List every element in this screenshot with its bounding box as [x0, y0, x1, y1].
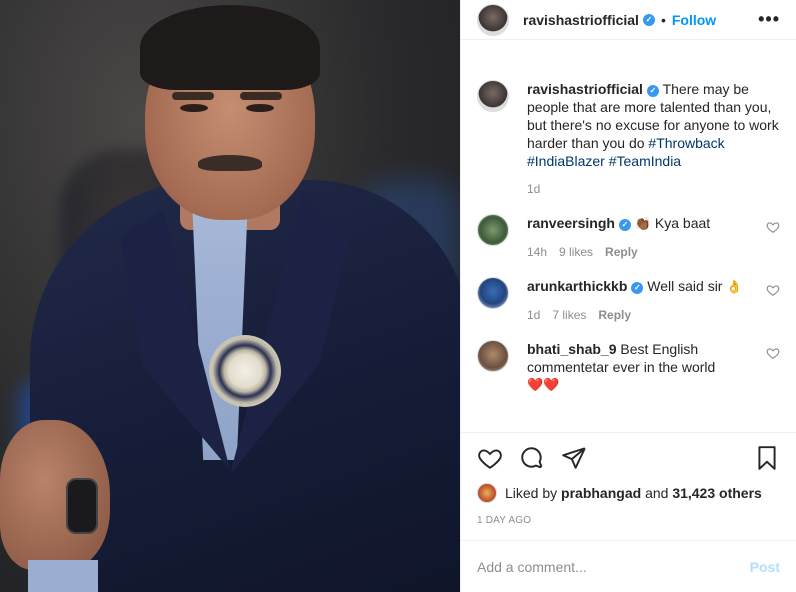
- commenter-username[interactable]: bhati_shab_9: [527, 341, 616, 357]
- heart-icon[interactable]: [766, 346, 780, 360]
- comment-item: arunkarthickkb ✓ Well said sir 👌 1d 7 lik…: [477, 277, 780, 324]
- post-header: ravishastriofficial ✓ • Follow •••: [461, 0, 796, 40]
- heart-icon[interactable]: [766, 283, 780, 297]
- comment-icon[interactable]: [519, 445, 545, 471]
- comment-body: arunkarthickkb ✓ Well said sir 👌 1d 7 lik…: [527, 277, 758, 324]
- action-section: Liked by prabhangad and 31,423 others 1 …: [461, 432, 796, 526]
- hashtag-link[interactable]: #Throwback: [648, 135, 724, 151]
- likes-summary: Liked by prabhangad and 31,423 others: [477, 483, 780, 503]
- liker-avatar[interactable]: [477, 483, 497, 503]
- caption-avatar[interactable]: [477, 80, 509, 112]
- verified-icon: ✓: [646, 85, 659, 97]
- verified-icon: ✓: [642, 13, 655, 26]
- verified-icon: ✓: [618, 219, 631, 231]
- hashtag-link[interactable]: #IndiaBlazer: [527, 153, 605, 169]
- verified-icon: ✓: [631, 282, 644, 294]
- post-sidebar: ravishastriofficial ✓ • Follow ••• ravis…: [460, 0, 796, 592]
- commenter-username[interactable]: ranveersingh: [527, 215, 615, 231]
- caption-username[interactable]: ravishastriofficial: [527, 81, 643, 97]
- share-icon[interactable]: [561, 445, 587, 471]
- comment-text: bhati_shab_9 Best English commentetar ev…: [527, 340, 758, 376]
- comment-meta: 14h 9 likes Reply: [527, 243, 758, 261]
- eye-left: [180, 104, 208, 112]
- bookmark-icon[interactable]: [754, 445, 780, 471]
- author-username[interactable]: ravishastriofficial: [523, 12, 639, 28]
- caption-body: ravishastriofficial ✓ There may be people…: [527, 80, 780, 198]
- comments-list: ravishastriofficial ✓ There may be people…: [461, 40, 796, 432]
- add-comment-bar: Post: [461, 540, 796, 592]
- likes-count[interactable]: 31,423 others: [672, 485, 762, 501]
- heart-icon[interactable]: [766, 220, 780, 234]
- ok-hand-emoji: 👌: [726, 279, 743, 294]
- post-button[interactable]: Post: [750, 559, 780, 575]
- comment-text: arunkarthickkb ✓ Well said sir 👌: [527, 277, 758, 296]
- comment-time[interactable]: 14h: [527, 243, 547, 261]
- clap-emoji: 👏🏾: [634, 216, 652, 231]
- post-photo[interactable]: [0, 0, 460, 592]
- action-bar: [477, 445, 780, 471]
- comment-message: Kya baat: [654, 215, 711, 231]
- hair: [140, 5, 320, 90]
- comment-message: Well said sir: [647, 278, 723, 294]
- comment-item: ranveersingh ✓ 👏🏾 Kya baat 14h 9 likes Re…: [477, 214, 780, 261]
- caption-time[interactable]: 1d: [527, 180, 540, 198]
- comment-body: ranveersingh ✓ 👏🏾 Kya baat 14h 9 likes Re…: [527, 214, 758, 261]
- shirt-cuff: [28, 560, 98, 592]
- comment-text: ranveersingh ✓ 👏🏾 Kya baat: [527, 214, 758, 233]
- author-info: ravishastriofficial ✓ • Follow: [523, 12, 758, 28]
- comment-item: bhati_shab_9 Best English commentetar ev…: [477, 340, 780, 394]
- wristwatch: [66, 478, 98, 534]
- commenter-avatar[interactable]: [477, 277, 509, 309]
- eye-right: [246, 104, 274, 112]
- heart-icon[interactable]: [477, 445, 503, 471]
- author-avatar[interactable]: [477, 3, 509, 36]
- separator-dot: •: [660, 11, 666, 28]
- comment-body: bhati_shab_9 Best English commentetar ev…: [527, 340, 758, 394]
- caption: ravishastriofficial ✓ There may be people…: [477, 80, 780, 198]
- eyebrow-left: [172, 92, 214, 100]
- hashtag-link[interactable]: #TeamIndia: [609, 153, 681, 169]
- commenter-username[interactable]: arunkarthickkb: [527, 278, 627, 294]
- mustache: [198, 155, 262, 171]
- comment-likes[interactable]: 7 likes: [552, 306, 586, 324]
- reply-button[interactable]: Reply: [598, 306, 631, 324]
- likes-and: and: [645, 485, 669, 501]
- caption-text: ravishastriofficial ✓ There may be people…: [527, 80, 780, 170]
- comment-time[interactable]: 1d: [527, 306, 540, 324]
- more-icon[interactable]: •••: [758, 9, 780, 30]
- follow-button[interactable]: Follow: [672, 12, 716, 28]
- hearts-emoji: ❤️❤️: [527, 377, 560, 392]
- liker-username[interactable]: prabhangad: [561, 485, 641, 501]
- post-timestamp[interactable]: 1 DAY AGO: [477, 515, 780, 526]
- comment-likes[interactable]: 9 likes: [559, 243, 593, 261]
- reply-button[interactable]: Reply: [605, 243, 638, 261]
- caption-meta: 1d: [527, 180, 780, 198]
- commenter-avatar[interactable]: [477, 340, 509, 372]
- comment-input[interactable]: [477, 558, 750, 575]
- blazer-badge: [212, 338, 278, 404]
- commenter-avatar[interactable]: [477, 214, 509, 246]
- instagram-post: ravishastriofficial ✓ • Follow ••• ravis…: [0, 0, 796, 592]
- eyebrow-right: [240, 92, 282, 100]
- likes-prefix: Liked by: [505, 485, 558, 501]
- comment-meta: 1d 7 likes Reply: [527, 306, 758, 324]
